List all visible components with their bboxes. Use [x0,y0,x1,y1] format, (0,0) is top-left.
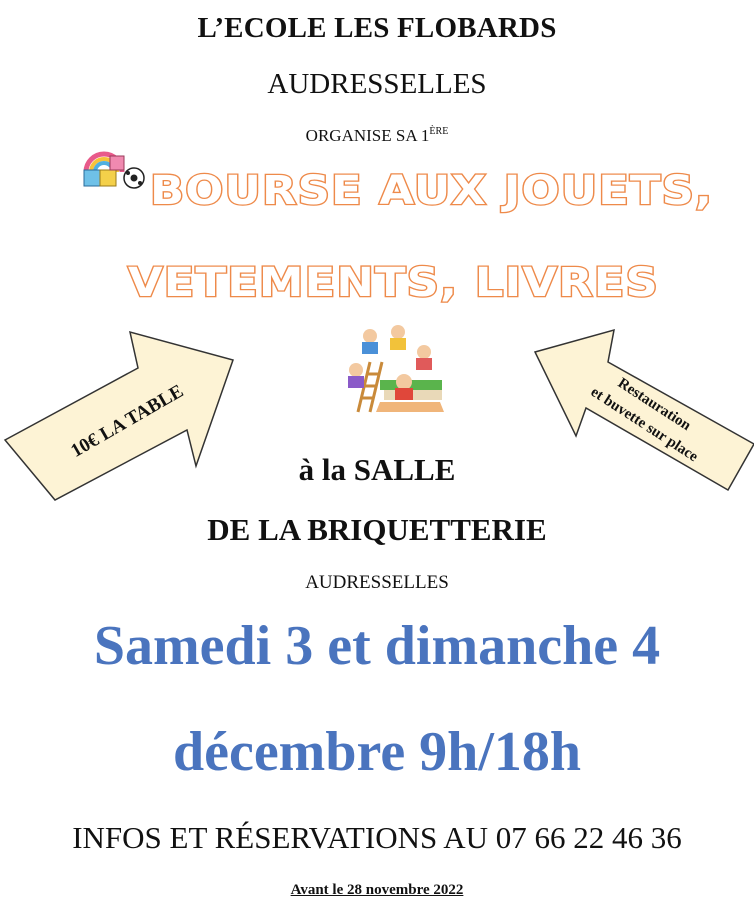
date-line-2: décembre 9h/18h [172,721,582,783]
organise-text: ORGANISE SA 1 [305,126,430,145]
venue-line-1: à la SALLE [298,452,456,487]
headline-line-1: BOURSE AUX JOUETS, [149,167,714,216]
deadline-note: Avant le 28 novembre 2022 [290,882,464,898]
organise-superscript: ÈRE [429,126,449,137]
venue-town: AUDRESSELLES [305,572,449,593]
kids-reading-books-icon [348,325,444,413]
toy-blocks-icon [83,151,145,189]
venue-line-2: DE LA BRIQUETTERIE [207,512,547,547]
date-line-1: Samedi 3 et dimanche 4 [93,615,661,677]
town-name: AUDRESSELLES [267,68,487,100]
contact-infos: INFOS ET RÉSERVATIONS AU 07 66 22 46 36 [72,820,682,855]
school-name: L’ECOLE LES FLOBARDS [197,12,557,44]
headline-line-2: VETEMENTS, LIVRES [127,259,660,308]
